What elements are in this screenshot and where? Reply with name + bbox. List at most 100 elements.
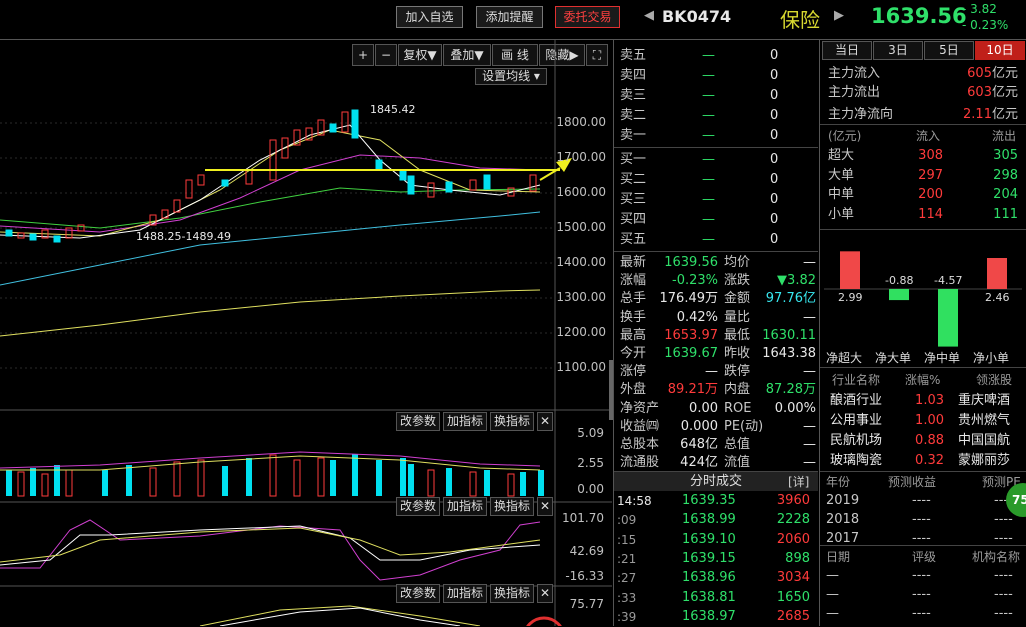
stat-value: 0.42% <box>676 309 718 325</box>
tick-price: 1639.15 <box>682 550 736 566</box>
net-flow-bar-label: 净超大 <box>826 350 862 365</box>
next-arrow-icon[interactable]: ▶ <box>834 8 844 23</box>
flow-tab[interactable]: 10日 <box>975 41 1025 60</box>
sub2-add-button[interactable]: 加指标 <box>443 497 487 516</box>
sell-level-price: — <box>702 88 715 103</box>
flow-table-header: 流出 <box>992 129 1017 143</box>
kdj-axis-label: 42.69 <box>569 544 604 558</box>
flow-row-in: 308 <box>918 148 943 163</box>
stat-value: 87.28万 <box>765 382 816 398</box>
stat-value: 1639.56 <box>664 255 718 270</box>
tick-price: 1639.10 <box>682 531 736 547</box>
net-flow-bar-chart: 2.99 净超大 -0.88 净大单 -4.57 净中单 2.46 净小单 <box>824 251 1022 365</box>
flow-table-header: (亿元) <box>828 129 862 143</box>
vol-axis-label: 5.09 <box>577 426 604 440</box>
flow-row-out: 305 <box>993 148 1018 163</box>
stat-label: ROE <box>724 400 752 416</box>
stat-label: 涨停 <box>620 364 647 380</box>
tick-price: 1638.97 <box>682 608 736 624</box>
sell-level-volume: 0 <box>770 68 779 83</box>
add-watchlist-button[interactable]: 加入自选 <box>396 6 463 28</box>
stat-label: 外盘 <box>620 382 647 398</box>
industry-name[interactable]: 玻璃陶瓷 <box>830 451 882 471</box>
tick-volume: 1650 <box>776 589 810 605</box>
flow-row-label: 大单 <box>828 167 855 183</box>
forecast-pe: ---- <box>994 512 1013 527</box>
net-flow-bar <box>840 251 860 289</box>
sub3-params-button[interactable]: 改参数 <box>396 584 440 603</box>
ticks-title: 分时成交 <box>689 474 742 489</box>
tick-time: :27 <box>617 571 637 586</box>
add-alert-button[interactable]: 添加提醒 <box>476 6 543 28</box>
tick-time: :15 <box>617 532 637 547</box>
stat-label: 金额 <box>724 291 751 307</box>
sell-level-label: 卖一 <box>620 128 647 143</box>
sub2-switch-button[interactable]: 换指标 <box>490 497 534 516</box>
rating-grade: ---- <box>912 587 931 602</box>
buy-level-price: — <box>702 152 715 167</box>
tick-time: 14:58 <box>617 494 652 508</box>
sell-level-label: 卖五 <box>620 48 647 63</box>
industry-leader[interactable]: 蒙娜丽莎 <box>958 451 1010 471</box>
flow-row-out: 298 <box>993 167 1018 183</box>
stat-label: 最低 <box>724 327 751 343</box>
flow-row-label: 小单 <box>828 206 855 222</box>
stat-value: 1630.11 <box>762 327 816 343</box>
high-annotation: 1845.42 <box>370 103 416 116</box>
tick-time: :21 <box>617 551 637 566</box>
sub1-params-button[interactable]: 改参数 <box>396 412 440 431</box>
sell-level-volume: 0 <box>770 108 779 123</box>
industry-name[interactable]: 公用事业 <box>830 411 882 431</box>
industry-leader[interactable]: 重庆啤酒 <box>958 391 1010 411</box>
ticks-detail-link[interactable]: [详] <box>788 473 809 490</box>
industry-name[interactable]: 酿酒行业 <box>830 391 882 411</box>
sell-level-price: — <box>702 128 715 143</box>
flow-tab[interactable]: 3日 <box>873 41 923 60</box>
industry-header: 领涨股 <box>976 373 1013 387</box>
axis-tick-label: 1400.00 <box>556 255 606 269</box>
kline-chart[interactable] <box>0 40 612 626</box>
flow-tab[interactable]: 当日 <box>822 41 872 60</box>
industry-leader[interactable]: 贵州燃气 <box>958 411 1010 431</box>
sell-level-label: 卖二 <box>620 108 647 123</box>
stat-value: 1639.67 <box>664 346 718 361</box>
net-label: 主力净流向 <box>828 107 894 122</box>
stat-value: -0.23% <box>672 273 718 289</box>
inflow-unit: 亿元 <box>991 66 1018 81</box>
flow-tab[interactable]: 5日 <box>924 41 974 60</box>
stat-label: 总手 <box>620 291 647 307</box>
net-unit: 亿元 <box>991 107 1018 122</box>
tick-volume: 2060 <box>776 531 810 547</box>
forecast-header: 年份 <box>826 475 851 489</box>
sub3-add-button[interactable]: 加指标 <box>443 584 487 603</box>
tick-time: :39 <box>617 609 637 624</box>
stat-value: 0.000 <box>680 418 718 434</box>
sub3-switch-button[interactable]: 换指标 <box>490 584 534 603</box>
prev-arrow-icon[interactable]: ◀ <box>644 8 654 23</box>
industry-leader[interactable]: 中国国航 <box>958 431 1010 451</box>
sell-level-label: 卖四 <box>620 68 647 83</box>
sub2-params-button[interactable]: 改参数 <box>396 497 440 516</box>
stat-label: 涨幅 <box>620 273 647 289</box>
outflow-unit: 亿元 <box>991 85 1018 100</box>
forecast-eps: ---- <box>912 512 931 527</box>
sub1-add-button[interactable]: 加指标 <box>443 412 487 431</box>
flow-row-in: 114 <box>918 206 943 222</box>
stat-value: 89.21万 <box>667 382 718 398</box>
stat-label: 最高 <box>620 327 647 343</box>
tick-volume: 3960 <box>776 493 810 508</box>
tick-price: 1639.35 <box>682 493 736 508</box>
trade-button[interactable]: 委托交易 <box>555 6 620 28</box>
forecast-header: 预测收益 <box>888 475 937 489</box>
net-flow-bar-label: 净小单 <box>973 351 1009 365</box>
rating-date: — <box>826 568 839 583</box>
rating-header: 评级 <box>912 550 937 564</box>
forecast-year: 2019 <box>826 493 860 508</box>
industry-name[interactable]: 民航机场 <box>830 431 882 451</box>
vol-axis-label: 2.55 <box>577 456 604 470</box>
buy-level-label: 买二 <box>620 172 647 187</box>
buy-level-label: 买五 <box>620 232 647 247</box>
sub1-switch-button[interactable]: 换指标 <box>490 412 534 431</box>
axis-tick-label: 1700.00 <box>556 150 606 164</box>
sell-level-price: — <box>702 108 715 123</box>
